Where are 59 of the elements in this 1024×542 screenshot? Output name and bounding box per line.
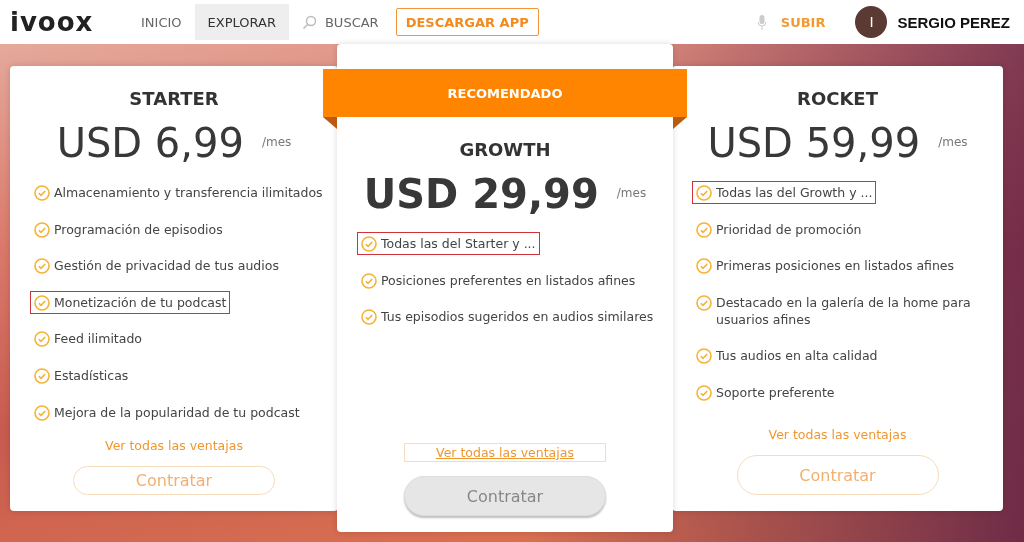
- feature-item: Tus audios en alta calidad: [692, 344, 882, 368]
- feature-item: Primeras posiciones en listados afines: [692, 254, 959, 278]
- price-period: /mes: [938, 135, 968, 149]
- highlighted-feature: Todas las del Starter y ...: [357, 232, 540, 255]
- search-icon: [301, 14, 317, 30]
- check-circle-icon: [34, 294, 50, 311]
- check-circle-icon: [696, 185, 712, 201]
- subscribe-button[interactable]: Contratar: [404, 476, 606, 516]
- ivoox-logo[interactable]: ivoox: [10, 7, 128, 37]
- user-avatar[interactable]: I: [855, 6, 888, 38]
- check-circle-icon: [696, 221, 712, 238]
- feature-item: Prioridad de promoción: [692, 217, 866, 241]
- check-circle-icon: [361, 272, 377, 289]
- check-circle-icon: [34, 258, 50, 275]
- plan-price: USD 29,99: [363, 170, 599, 218]
- feature-item: Destacado en la galería de la home para usuarios afines: [692, 290, 993, 331]
- check-circle-icon: [696, 258, 712, 275]
- subscribe-button[interactable]: Contratar: [73, 466, 275, 495]
- plan-price: USD 59,99: [707, 119, 921, 167]
- recommended-banner: RECOMENDADO: [323, 69, 687, 117]
- check-circle-icon: [696, 294, 712, 311]
- check-circle-icon: [696, 384, 712, 401]
- nav-tab[interactable]: INICIO: [128, 4, 195, 40]
- feature-item: Feed ilimitado: [30, 327, 146, 351]
- microphone-icon: [756, 13, 767, 31]
- nav-tab[interactable]: EXPLORAR: [194, 4, 289, 40]
- subscribe-button[interactable]: Contratar: [736, 455, 939, 495]
- feature-item: Posiciones preferentes en listados afines: [357, 268, 640, 292]
- feature-item: Tus episodios sugeridos en audios similares: [357, 305, 658, 329]
- feature-item: Gestión de privacidad de tus audios: [30, 254, 283, 278]
- plan-name: GROWTH: [458, 139, 552, 160]
- price-period: /mes: [261, 135, 292, 149]
- upload-link[interactable]: SUBIR: [756, 13, 826, 31]
- highlighted-feature: Monetización de tu podcast: [30, 290, 231, 314]
- check-circle-icon: [361, 236, 377, 252]
- check-circle-icon: [361, 309, 377, 326]
- check-circle-icon: [34, 185, 50, 201]
- search-link[interactable]: BUSCAR: [288, 4, 392, 40]
- check-circle-icon: [696, 348, 712, 365]
- user-name[interactable]: SERGIO PEREZ: [897, 13, 1010, 31]
- feature-item: Almacenamiento y transferencia ilimitados: [30, 181, 327, 204]
- see-all-benefits-link[interactable]: Ver todas las ventajas: [105, 437, 243, 455]
- feature-item: Estadísticas: [30, 363, 133, 387]
- ribbon-fold: [323, 117, 337, 129]
- plan-name: STARTER: [128, 88, 220, 109]
- feature-item: Soporte preferente: [692, 380, 839, 404]
- see-all-benefits-link[interactable]: Ver todas las ventajas: [768, 426, 907, 443]
- check-circle-icon: [34, 331, 50, 348]
- plan-name: ROCKET: [796, 88, 879, 109]
- check-circle-icon: [34, 367, 50, 384]
- feature-item: Mejora de la popularidad de tu podcast: [30, 400, 304, 424]
- price-period: /mes: [616, 186, 647, 200]
- plan-price: USD 6,99: [56, 119, 244, 167]
- highlighted-feature: Todas las del Growth y ...: [692, 181, 877, 204]
- check-circle-icon: [34, 404, 50, 421]
- download-app-button[interactable]: DESCARGAR APP: [395, 8, 539, 36]
- feature-item: Programación de episodios: [30, 217, 227, 241]
- see-all-benefits-link[interactable]: Ver todas las ventajas: [404, 443, 606, 462]
- check-circle-icon: [34, 221, 50, 238]
